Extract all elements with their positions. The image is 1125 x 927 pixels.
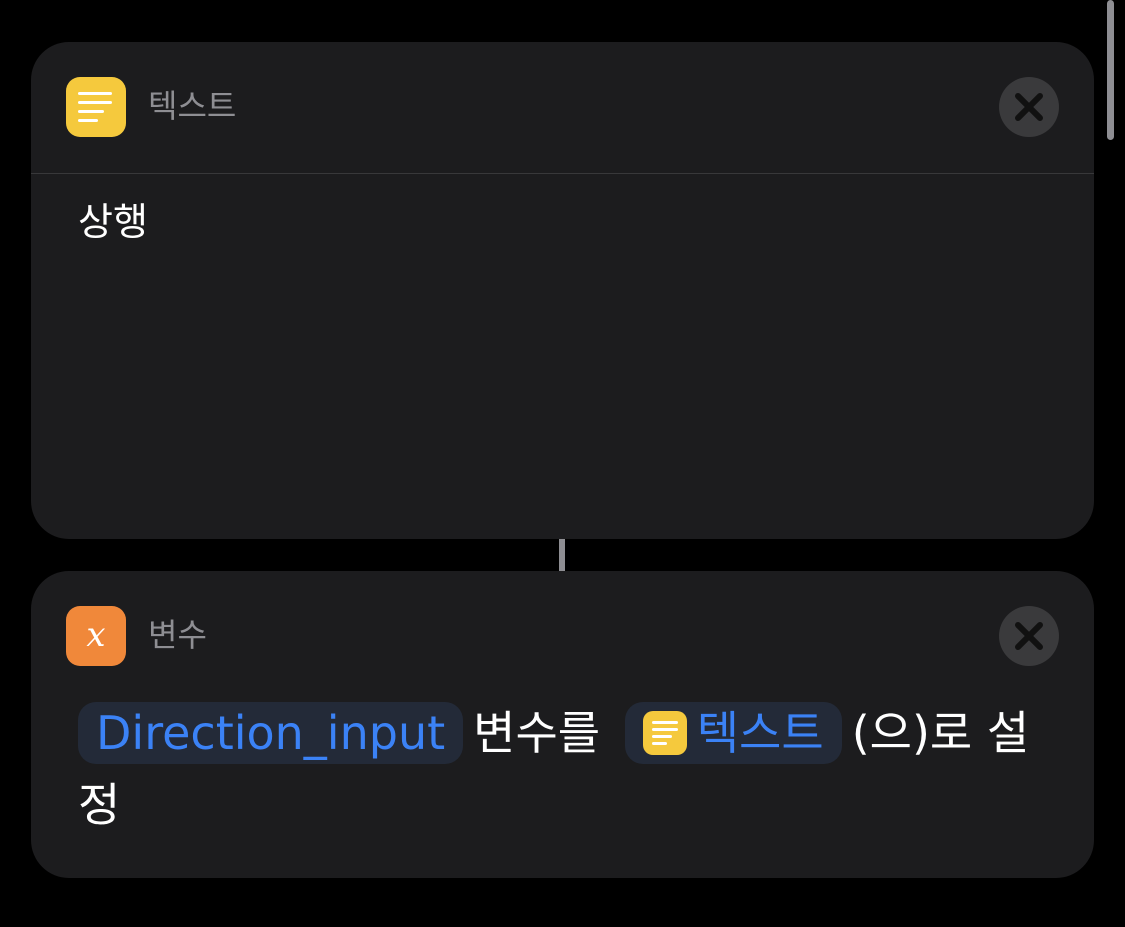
variable-x-icon: x: [66, 606, 126, 666]
shortcut-editor: 텍스트 상행 x 변수 Direction_input 변수를 텍스트 (으)로…: [0, 0, 1125, 927]
close-icon[interactable]: [999, 77, 1059, 137]
text-content-field[interactable]: 상행: [78, 196, 148, 248]
text-action-card[interactable]: 텍스트 상행: [31, 42, 1094, 539]
variable-action-header: x 변수: [31, 571, 1094, 701]
text-value-token[interactable]: 텍스트: [624, 702, 842, 764]
variable-name-token[interactable]: Direction_input: [78, 702, 464, 764]
text-value-label: 텍스트: [696, 706, 824, 760]
text-action-title: 텍스트: [148, 87, 237, 125]
action-connector: [559, 539, 565, 571]
text-action-header: 텍스트: [31, 42, 1094, 172]
text-lines-icon: [642, 711, 687, 755]
sentence-middle-text: 변수를: [473, 706, 601, 760]
variable-action-title: 변수: [148, 616, 207, 654]
variable-sentence: Direction_input 변수를 텍스트 (으)로 설정: [78, 697, 1063, 841]
scrollbar[interactable]: [1107, 0, 1114, 140]
divider: [31, 173, 1094, 174]
text-lines-icon: [66, 77, 126, 137]
close-icon[interactable]: [999, 606, 1059, 666]
set-variable-action-card[interactable]: x 변수 Direction_input 변수를 텍스트 (으)로 설정: [31, 571, 1094, 878]
